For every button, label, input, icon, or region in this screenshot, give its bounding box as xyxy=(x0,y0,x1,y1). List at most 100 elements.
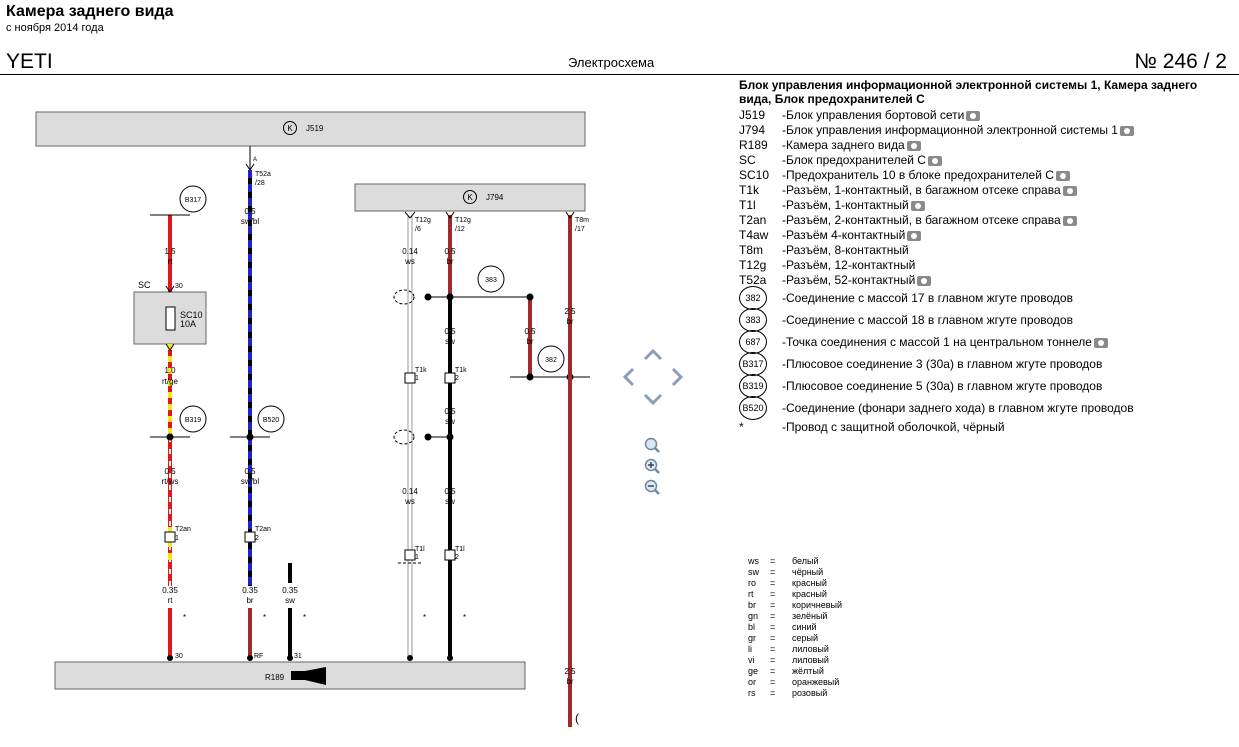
t1l-b-label: T1l xyxy=(455,546,465,553)
legend-code: T4aw xyxy=(739,227,769,242)
color-code: li xyxy=(748,644,752,654)
sc10-fuse-symbol xyxy=(165,306,176,331)
r189-box[interactable] xyxy=(54,661,526,690)
t1k-a-pin: 1 xyxy=(415,375,419,382)
pan-up-icon[interactable] xyxy=(643,348,663,361)
legend-desc: -Разъём 4-контактный xyxy=(782,227,906,242)
point-code: B319 xyxy=(739,374,767,398)
color-name: лиловый xyxy=(792,644,829,654)
w5-color: sw/bl xyxy=(241,217,259,226)
camera-icon[interactable] xyxy=(966,110,981,121)
camera-icon[interactable] xyxy=(917,275,932,286)
legend-desc: -Блок управления бортовой сети xyxy=(782,107,965,122)
legend-row: T1l -Разъём, 1-контактный xyxy=(739,197,1219,212)
w4-color: rt xyxy=(168,596,174,605)
color-code: br xyxy=(748,600,757,610)
document-number: № 246 / 2 xyxy=(1134,50,1227,73)
camera-icon[interactable] xyxy=(907,230,922,241)
t12g-12-label: T12g xyxy=(455,217,471,224)
point-desc: -Плюсовое соединение 5 (30a) в главном ж… xyxy=(782,379,1103,393)
camera-icon[interactable] xyxy=(1055,170,1070,181)
legend-desc: -Блок управления информационной электрон… xyxy=(782,122,1118,137)
t12g-6-label: T12g xyxy=(415,217,431,224)
legend-row: T8m -Разъём, 8-контактный xyxy=(739,242,1219,257)
color-code-row: sw = чёрный xyxy=(748,567,842,578)
zoom-in-icon[interactable] xyxy=(643,457,661,475)
color-code: sw xyxy=(748,567,759,577)
legend-point-row: B319 -Плюсовое соединение 5 (30a) в главн… xyxy=(739,374,1219,398)
camera-icon[interactable] xyxy=(1062,215,1077,226)
w12-size: 0.5 xyxy=(444,327,456,336)
w2-size: 1.0 xyxy=(164,366,176,375)
j519-label: J519 xyxy=(306,124,324,133)
legend-code: J794 xyxy=(739,122,766,137)
color-name: белый xyxy=(792,556,819,566)
sc-pin-30: 30 xyxy=(175,283,183,290)
color-code: ws xyxy=(748,556,759,566)
w10-size: 0.14 xyxy=(402,487,418,496)
camera-icon[interactable] xyxy=(1119,125,1134,136)
w8-color: sw xyxy=(285,596,295,605)
continuation-bracket: ( xyxy=(575,711,579,725)
t12g-6-pin: /6 xyxy=(415,226,421,233)
camera-icon[interactable] xyxy=(1093,338,1108,348)
legend-code: R189 xyxy=(739,137,768,152)
color-name: жёлтый xyxy=(792,666,824,676)
color-code-row: rs = розовый xyxy=(748,688,842,699)
color-name: красный xyxy=(792,578,827,588)
node-383-b xyxy=(526,293,534,301)
point-desc: -Соединение с массой 17 в главном жгуте … xyxy=(782,291,1073,305)
legend-code: T1l xyxy=(739,197,756,212)
color-name: лиловый xyxy=(792,655,829,665)
zoom-out-icon[interactable] xyxy=(643,478,661,496)
point-desc: -Соединение (фонари заднего хода) в глав… xyxy=(782,401,1134,415)
camera-icon[interactable] xyxy=(906,140,921,151)
legend-row: T12g -Разъём, 12-контактный xyxy=(739,257,1219,272)
w17-color: br xyxy=(566,677,573,686)
point-code: 383 xyxy=(739,308,767,332)
color-code: rs xyxy=(748,688,756,698)
w16-size: 2.5 xyxy=(564,307,576,316)
legend-desc: -Разъём, 52-контактный xyxy=(782,272,916,287)
w9-color: ws xyxy=(404,257,415,266)
legend-code: T1k xyxy=(739,182,760,197)
pan-left-icon[interactable] xyxy=(622,367,635,387)
camera-icon[interactable] xyxy=(1062,185,1077,196)
t52a-pin: /28 xyxy=(255,180,265,187)
color-equals: = xyxy=(770,655,776,665)
camera-icon[interactable] xyxy=(927,155,942,166)
w11-color: br xyxy=(446,257,453,266)
r189-pin-rf: RF xyxy=(254,653,263,660)
legend-code: T52a xyxy=(739,272,767,287)
w3-size: 0.5 xyxy=(164,467,176,476)
color-code-row: ws = белый xyxy=(748,556,842,567)
w16-color: br xyxy=(566,317,573,326)
zoom-reset-icon[interactable] xyxy=(643,436,661,454)
legend-code: T12g xyxy=(739,257,767,272)
header-divider xyxy=(0,74,1239,75)
j794-k-letter: K xyxy=(467,193,473,202)
camera-icon[interactable] xyxy=(910,200,925,211)
footnote-code: * xyxy=(739,419,744,434)
color-equals: = xyxy=(770,611,776,621)
color-name: чёрный xyxy=(792,567,824,577)
pan-down-icon[interactable] xyxy=(643,393,663,406)
w15-color: br xyxy=(526,337,533,346)
w11-size: 0.5 xyxy=(444,247,456,256)
b319-node xyxy=(166,433,174,441)
ground-383-left-node xyxy=(424,293,432,301)
r189-label: R189 xyxy=(265,673,285,682)
point-list: 382 -Соединение с массой 17 в главном жгу… xyxy=(739,286,1219,420)
t2an-a-pin: 1 xyxy=(175,535,179,542)
pan-right-icon[interactable] xyxy=(671,367,684,387)
legend-point-row: B520 -Соединение (фонари заднего хода) в … xyxy=(739,396,1219,420)
legend-row: T52a -Разъём, 52-контактный xyxy=(739,272,1219,287)
ground-437-left-node xyxy=(424,433,432,441)
t1l-b-pin: 2 xyxy=(455,554,459,561)
w13-size: 0.5 xyxy=(444,407,456,416)
page-title: Камера заднего вида xyxy=(6,3,174,20)
shield-star-4: * xyxy=(423,613,426,622)
legend-desc: -Разъём, 1-контактный, в багажном отсеке… xyxy=(782,182,1061,197)
color-equals: = xyxy=(770,600,776,610)
t2an-b-label: T2an xyxy=(255,526,271,533)
